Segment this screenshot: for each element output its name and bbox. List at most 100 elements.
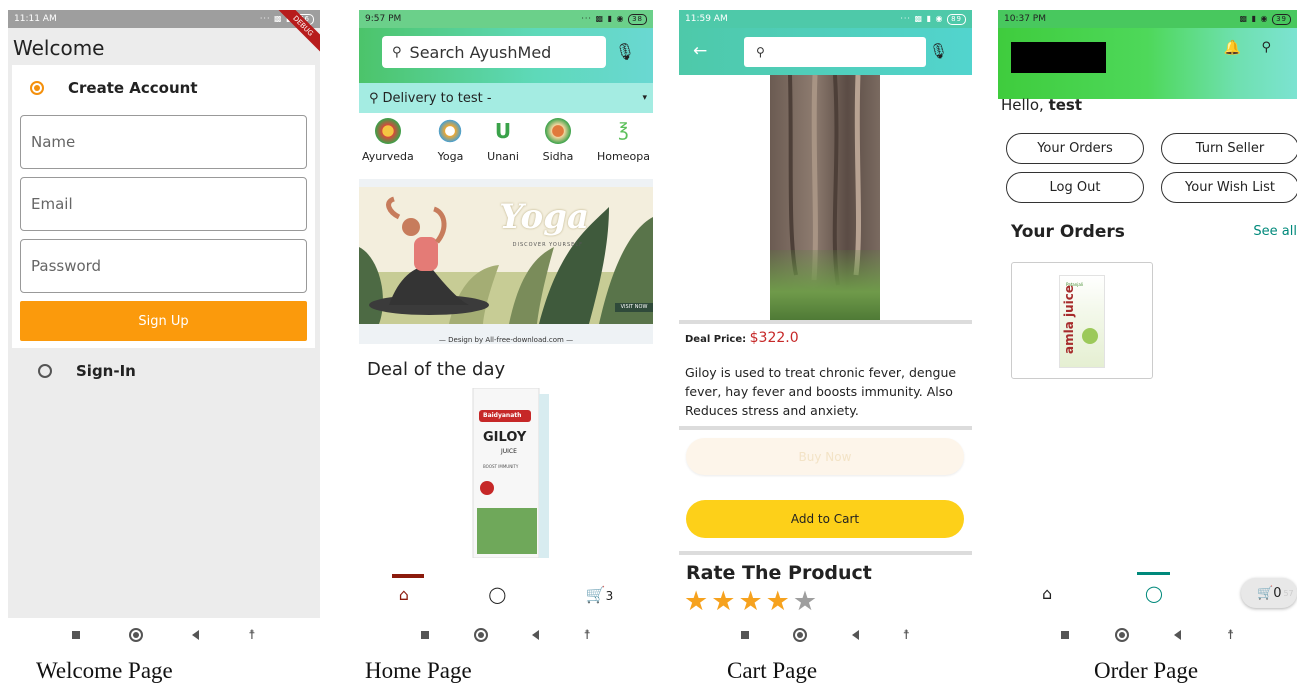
mic-icon[interactable]: 🎙 <box>615 42 635 61</box>
turn-seller-button[interactable]: Turn Seller <box>1161 133 1297 164</box>
radio-selected-icon[interactable] <box>30 81 44 95</box>
bell-icon[interactable]: 🔔 <box>1224 40 1241 56</box>
category-label: Unani <box>487 150 519 163</box>
recents-icon[interactable] <box>72 631 81 639</box>
recents-icon[interactable] <box>421 631 430 639</box>
category-label: Sidha <box>542 150 574 163</box>
back-icon[interactable] <box>851 630 859 640</box>
recents-icon[interactable] <box>741 631 750 639</box>
category-label: Ayurveda <box>362 150 414 163</box>
divider <box>679 320 972 324</box>
home-button-icon[interactable] <box>129 628 144 642</box>
deal-price-label: Deal Price: <box>685 334 750 345</box>
battery-icon: 38 <box>628 13 647 25</box>
status-bar: 10:37 PM ▩ ▮ ◉ 39 <box>998 10 1297 28</box>
cart-icon: 🛒 <box>1257 585 1274 601</box>
name-placeholder: Name <box>31 133 76 151</box>
your-orders-button[interactable]: Your Orders <box>1006 133 1144 164</box>
category-homeopathy[interactable]: ℥ Homeopa <box>597 118 650 174</box>
back-icon[interactable] <box>532 630 540 640</box>
person-icon[interactable]: ◯ <box>488 585 506 604</box>
home-icon[interactable]: ⌂ <box>1042 584 1052 603</box>
home-icon[interactable]: ⌂ <box>399 585 409 604</box>
back-icon[interactable] <box>1174 630 1182 640</box>
add-to-cart-button[interactable]: Add to Cart <box>686 500 964 538</box>
deal-of-day-title: Deal of the day <box>367 359 506 380</box>
star-filled-icon[interactable]: ★ <box>766 588 790 616</box>
status-time: 11:59 AM <box>685 14 728 24</box>
star-rating[interactable]: ★ ★ ★ ★ ★ <box>684 588 820 616</box>
product-type: JUICE <box>501 448 517 455</box>
amla-juice-image: Patanjali amla juice <box>1059 275 1105 368</box>
sign-up-button[interactable]: Sign Up <box>20 301 307 341</box>
delivery-bar[interactable]: ⚲ Delivery to test - ▾ <box>359 83 653 113</box>
log-out-button[interactable]: Log Out <box>1006 172 1144 203</box>
home-button-icon[interactable] <box>1114 628 1129 642</box>
back-arrow-icon[interactable]: ← <box>693 41 707 61</box>
banner-subtitle: DISCOVER YOURSELF <box>512 242 583 248</box>
order-item[interactable]: Patanjali amla juice <box>1011 262 1153 379</box>
cart-tab[interactable]: 🛒3 <box>586 585 614 604</box>
search-input[interactable]: ⚲ <box>744 37 926 67</box>
accessibility-icon[interactable]: ☨ <box>1227 628 1234 643</box>
visit-now-button[interactable]: VISIT NOW <box>615 303 653 312</box>
status-bar: 11:11 AM ··· ▩ ▮ 76 <box>8 10 320 28</box>
caption-home: Home Page <box>365 658 472 683</box>
status-icons: ▩ ▮ ◉ 39 <box>1240 13 1291 25</box>
app-header: ⚲ Search AyushMed 🎙 <box>359 28 653 83</box>
name-field[interactable]: Name <box>20 115 307 169</box>
person-icon[interactable]: ◯ <box>1145 584 1163 603</box>
back-icon[interactable] <box>192 630 200 640</box>
accessibility-icon[interactable]: ☨ <box>248 628 255 643</box>
search-input[interactable]: ⚲ Search AyushMed <box>382 36 606 68</box>
category-label: Homeopa <box>597 150 650 163</box>
amla-fruit-image <box>1082 328 1098 344</box>
search-icon[interactable]: ⚲ <box>1261 40 1271 55</box>
star-filled-icon[interactable]: ★ <box>684 588 708 616</box>
email-field[interactable]: Email <box>20 177 307 231</box>
star-filled-icon[interactable]: ★ <box>711 588 735 616</box>
active-tab-indicator <box>1137 572 1170 575</box>
deal-product-image[interactable]: Baidyanath GILOY JUICE BOOST IMMUNITY <box>471 387 551 559</box>
category-sidha[interactable]: Sidha <box>542 118 574 174</box>
category-unani[interactable]: U Unani <box>487 118 519 174</box>
category-ayurveda[interactable]: Ayurveda <box>362 118 414 174</box>
home-screen: 9:57 PM ··· ▩ ▮ ◉ 38 ⚲ Search AyushMed 🎙… <box>359 10 653 652</box>
search-icon: ⚲ <box>392 44 402 60</box>
android-nav-bar: ☨ <box>359 618 653 652</box>
home-button-icon[interactable] <box>793 628 808 642</box>
banner-credit: — Design by All-free-download.com — <box>438 336 574 344</box>
accessibility-icon[interactable]: ☨ <box>584 628 591 643</box>
status-time: 11:11 AM <box>14 14 57 24</box>
radio-unselected-icon[interactable] <box>38 364 52 378</box>
page-title: Welcome <box>13 36 105 60</box>
yoga-banner[interactable]: Yoga DISCOVER YOURSELF VISIT NOW — Desig… <box>359 179 653 344</box>
home-button-icon[interactable] <box>473 628 488 642</box>
wish-list-button[interactable]: Your Wish List <box>1161 172 1297 203</box>
buy-now-button[interactable]: Buy Now <box>686 438 964 475</box>
cart-button[interactable]: 🛒 0 57 <box>1241 578 1297 608</box>
mic-icon[interactable]: 🎙 <box>929 42 948 60</box>
star-filled-icon[interactable]: ★ <box>738 588 762 616</box>
greeting-prefix: Hello, <box>1001 96 1049 114</box>
caption-orders: Order Page <box>1094 658 1199 683</box>
bottom-tab-bar: ⌂ ◯ 🛒 0 57 <box>998 572 1297 614</box>
password-field[interactable]: Password <box>20 239 307 293</box>
status-bar: 9:57 PM ··· ▩ ▮ ◉ 38 <box>359 10 653 28</box>
star-empty-icon[interactable]: ★ <box>793 588 817 616</box>
homeopathy-icon: ℥ <box>610 118 637 144</box>
sign-in-label: Sign-In <box>76 362 136 380</box>
create-account-option[interactable]: Create Account <box>30 79 198 97</box>
create-account-label: Create Account <box>68 79 198 97</box>
app-header: ← ⚲ 🎙 <box>679 28 972 75</box>
category-yoga[interactable]: Yoga <box>437 118 464 174</box>
battery-icon: 89 <box>947 13 966 25</box>
dropdown-icon: ▾ <box>642 93 647 103</box>
accessibility-icon[interactable]: ☨ <box>903 628 910 643</box>
sign-in-option[interactable]: Sign-In <box>38 362 136 380</box>
email-placeholder: Email <box>31 195 73 213</box>
recents-icon[interactable] <box>1060 631 1069 639</box>
see-all-link[interactable]: See all <box>1253 224 1297 239</box>
bottom-tab-bar: ⌂ ◯ 🛒3 <box>359 574 653 614</box>
screenshot-collage: 11:11 AM ··· ▩ ▮ 76 DEBUG Welcome Create… <box>0 0 1297 688</box>
